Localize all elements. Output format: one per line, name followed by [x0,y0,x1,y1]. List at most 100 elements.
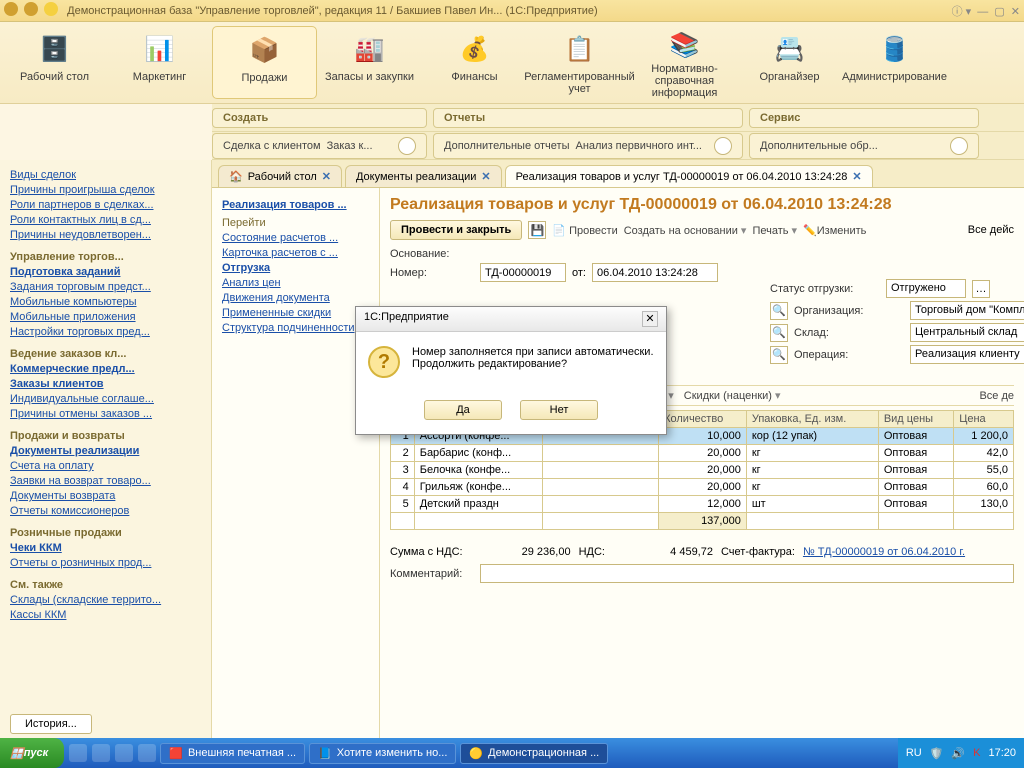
back-icon[interactable] [4,2,18,16]
nav-link[interactable]: Причины проигрыша сделок [10,184,201,196]
create-order[interactable]: Заказ к... [327,140,373,152]
nav-link[interactable]: Индивидуальные соглаше... [10,393,201,405]
primary-analysis[interactable]: Анализ первичного инт... [575,140,701,152]
nav-link[interactable]: Счета на оплату [10,460,201,472]
section-Органайзер[interactable]: 📇Органайзер [737,26,842,99]
nav-link[interactable]: Подготовка заданий [10,266,201,278]
lang-indicator[interactable]: RU [906,747,922,759]
search-icon[interactable]: 🔍 [770,302,788,320]
tab-close-icon[interactable]: ✕ [322,170,331,183]
nav-link[interactable]: Причины неудовлетворен... [10,229,201,241]
search-icon[interactable]: 🔍 [770,324,788,342]
col-header[interactable]: Цена [954,411,1014,428]
tab[interactable]: 🏠Рабочий стол✕ [218,165,342,187]
nav-link[interactable]: Мобильные компьютеры [10,296,201,308]
subnav-link[interactable]: Карточка расчетов с ... [222,247,369,259]
subnav-link[interactable]: Состояние расчетов ... [222,232,369,244]
nav-link[interactable]: Заказы клиентов [10,378,201,390]
col-header[interactable]: Упаковка, Ед. изм. [746,411,878,428]
history-button[interactable]: История... [10,714,92,734]
tab[interactable]: Документы реализации✕ [345,165,502,187]
clock[interactable]: 17:20 [988,747,1016,759]
extra-reports[interactable]: Дополнительные отчеты [444,140,569,152]
forward-icon[interactable] [24,2,38,16]
col-header[interactable]: Вид цены [878,411,953,428]
minimize-icon[interactable]: — [977,6,988,18]
section-Рабочий стол[interactable]: 🗄️Рабочий стол [2,26,107,99]
section-Нормативно-справочная информация[interactable]: 📚Нормативно-справочная информация [632,26,737,99]
section-Маркетинг[interactable]: 📊Маркетинг [107,26,212,99]
section-Финансы[interactable]: 💰Финансы [422,26,527,99]
table-row[interactable]: 5Детский праздн12,000штОптовая130,0 [391,496,1014,513]
nav-link[interactable]: Виды сделок [10,169,201,181]
comment-input[interactable] [480,564,1014,583]
number-input[interactable] [480,263,566,282]
dialog-close-icon[interactable]: ✕ [642,311,658,327]
wh-input[interactable]: Центральный склад [910,323,1024,342]
tray-icon[interactable]: 🔊 [951,747,965,760]
op-input[interactable]: Реализация клиенту [910,345,1024,364]
tab[interactable]: Реализация товаров и услуг ТД-00000019 о… [505,165,873,187]
nav-link[interactable]: Роли партнеров в сделках... [10,199,201,211]
expand-icon[interactable] [398,137,416,155]
mail-icon[interactable] [92,744,110,762]
nav-link[interactable]: Документы реализации [10,445,201,457]
print-button[interactable]: Печать [752,224,797,237]
favorites-icon[interactable] [44,2,58,16]
start-button[interactable]: 🪟 пуск [0,738,64,768]
tray-kaspersky-icon[interactable]: K [973,747,980,759]
expand-icon[interactable] [950,137,968,155]
col-header[interactable]: Количество [659,411,747,428]
subnav-link[interactable]: Анализ цен [222,277,369,289]
org-input[interactable]: Торговый дом "Комплексный" [910,301,1024,320]
date-input[interactable] [592,263,718,282]
all-table-actions[interactable]: Все де [979,390,1014,402]
search-icon[interactable]: 🔍 [770,346,788,364]
nav-link[interactable]: Кассы ККМ [10,609,201,621]
desktop-icon[interactable] [138,744,156,762]
taskbar-task[interactable]: 📘Хотите изменить но... [309,743,456,764]
taskbar-task[interactable]: 🟥Внешняя печатная ... [160,743,305,764]
edit-button[interactable]: ✏️Изменить [803,224,866,237]
status-select-icon[interactable]: … [972,280,990,298]
section-Администрирование[interactable]: 🛢️Администрирование [842,26,947,99]
subnav-link[interactable]: Примененные скидки [222,307,369,319]
nav-link[interactable]: Чеки ККМ [10,542,201,554]
section-Регламентированный учет[interactable]: 📋Регламентированный учет [527,26,632,99]
no-button[interactable]: Нет [520,400,598,420]
close-icon[interactable]: ✕ [1011,6,1020,18]
tray-icon[interactable]: 🛡️ [930,747,944,760]
create-based-on-button[interactable]: Создать на основании [624,224,747,237]
nav-link[interactable]: Роли контактных лиц в сд... [10,214,201,226]
nav-link[interactable]: Отчеты комиссионеров [10,505,201,517]
all-actions[interactable]: Все дейс [968,224,1014,236]
nav-link[interactable]: Склады (складские террито... [10,594,201,606]
section-Запасы и закупки[interactable]: 🏭Запасы и закупки [317,26,422,99]
post-button[interactable]: 📄 Провести [552,224,617,237]
section-Продажи[interactable]: 📦Продажи [212,26,317,99]
table-row[interactable]: 3Белочка (конфе...20,000кгОптовая55,0 [391,462,1014,479]
info-icon[interactable]: ⓘ ▾ [952,6,972,18]
subnav-link[interactable]: Отгрузка [222,262,369,274]
taskbar-task[interactable]: 🟡Демонстрационная ... [460,743,608,764]
yes-button[interactable]: Да [424,400,502,420]
ie-icon[interactable] [69,744,87,762]
nav-link[interactable]: Коммерческие предл... [10,363,201,375]
nav-link[interactable]: Документы возврата [10,490,201,502]
discounts-button[interactable]: Скидки (наценки) [684,389,781,402]
create-deal[interactable]: Сделка с клиентом [223,140,321,152]
extra-processing[interactable]: Дополнительные обр... [760,140,878,152]
invoice-link[interactable]: № ТД-00000019 от 06.04.2010 г. [803,546,965,558]
commit-close-button[interactable]: Провести и закрыть [390,220,522,240]
nav-link[interactable]: Мобильные приложения [10,311,201,323]
subnav-link[interactable]: Движения документа [222,292,369,304]
nav-link[interactable]: Заявки на возврат товаро... [10,475,201,487]
save-icon[interactable]: 💾 [528,221,546,239]
maximize-icon[interactable]: ▢ [994,6,1004,18]
subnav-link[interactable]: Реализация товаров ... [222,199,369,211]
nav-link[interactable]: Задания торговым предст... [10,281,201,293]
tab-close-icon[interactable]: ✕ [481,170,490,183]
word-icon[interactable] [115,744,133,762]
table-row[interactable]: 2Барбарис (конф...20,000кгОптовая42,0 [391,445,1014,462]
expand-icon[interactable] [714,137,732,155]
